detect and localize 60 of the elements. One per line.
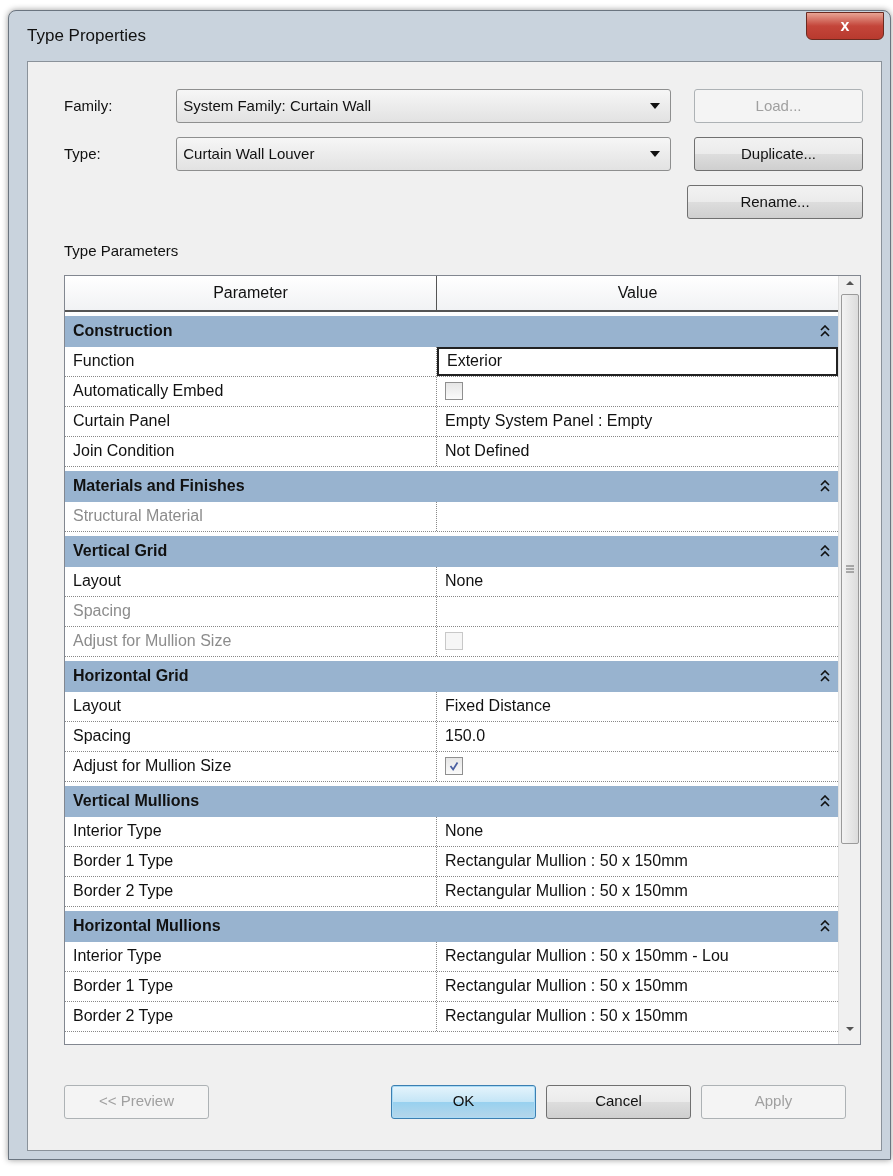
button[interactable]: OK — [391, 1084, 536, 1119]
value-cell[interactable]: Fixed Distance — [437, 691, 838, 721]
parameter-name: Curtain Panel — [65, 406, 437, 436]
dropdown[interactable]: System Family: Curtain Wall — [176, 89, 672, 123]
checkbox[interactable] — [445, 757, 463, 775]
close-button[interactable]: x — [806, 12, 884, 40]
group-header[interactable]: Vertical Mullions — [65, 785, 838, 817]
parameter-name: Structural Material — [65, 501, 437, 531]
parameter-name: Automatically Embed — [65, 376, 437, 406]
value-cell[interactable]: Rectangular Mullion : 50 x 150mm — [437, 876, 838, 906]
parameter-name: Function — [65, 346, 437, 376]
value-cell[interactable]: Empty System Panel : Empty — [437, 406, 838, 436]
group-header[interactable]: Materials and Finishes — [65, 470, 838, 502]
value-cell[interactable]: Rectangular Mullion : 50 x 150mm — [437, 1001, 838, 1031]
parameter-name: Border 1 Type — [65, 846, 437, 876]
caret-icon — [650, 103, 661, 109]
parameter-name: Interior Type — [65, 941, 437, 971]
scrollbar[interactable] — [838, 275, 860, 1044]
field-label: Type: — [64, 143, 102, 164]
group-header[interactable]: Construction — [65, 315, 838, 347]
field-label: Family: — [64, 95, 114, 116]
button[interactable]: Cancel — [546, 1084, 691, 1119]
value-cell[interactable]: Exterior — [437, 346, 838, 376]
collapse-icon — [820, 670, 830, 682]
collapse-icon — [820, 325, 830, 337]
value-cell[interactable]: Rectangular Mullion : 50 x 150mm - Lou — [437, 941, 838, 971]
value-cell[interactable]: 150.0 — [437, 721, 838, 751]
dropdown[interactable]: Curtain Wall Louver — [176, 137, 672, 171]
collapse-icon — [820, 545, 830, 557]
parameter-name: Layout — [65, 566, 437, 596]
parameter-name: Border 2 Type — [65, 876, 437, 906]
parameter-name: Layout — [65, 691, 437, 721]
parameter-name: Spacing — [65, 596, 437, 626]
collapse-icon — [820, 920, 830, 932]
parameter-name: Adjust for Mullion Size — [65, 751, 437, 781]
collapse-icon — [820, 480, 830, 492]
check-icon — [447, 759, 461, 773]
value-cell[interactable]: Not Defined — [437, 436, 838, 466]
parameter-name: Join Condition — [65, 436, 437, 466]
collapse-icon — [820, 795, 830, 807]
group-header[interactable]: Horizontal Grid — [65, 660, 838, 692]
checkbox[interactable] — [445, 382, 463, 400]
button[interactable]: Duplicate... — [694, 137, 863, 171]
column-header: Parameter — [65, 275, 437, 310]
value-cell[interactable]: None — [437, 566, 838, 596]
parameter-name: Border 1 Type — [65, 971, 437, 1001]
group-header[interactable]: Vertical Grid — [65, 535, 838, 567]
scroll-thumb[interactable] — [840, 293, 859, 844]
parameter-name: Border 2 Type — [65, 1001, 437, 1031]
button[interactable]: Rename... — [687, 185, 863, 219]
section-label: Type Parameters — [64, 241, 180, 261]
value-cell[interactable]: None — [437, 816, 838, 846]
group-header[interactable]: Horizontal Mullions — [65, 910, 838, 942]
value-cell[interactable]: Rectangular Mullion : 50 x 150mm — [437, 846, 838, 876]
parameter-name: Spacing — [65, 721, 437, 751]
caret-icon — [650, 151, 661, 157]
parameter-name: Interior Type — [65, 816, 437, 846]
window-title: Type Properties — [27, 25, 147, 48]
value-cell[interactable]: Rectangular Mullion : 50 x 150mm — [437, 971, 838, 1001]
parameter-name: Adjust for Mullion Size — [65, 626, 437, 656]
